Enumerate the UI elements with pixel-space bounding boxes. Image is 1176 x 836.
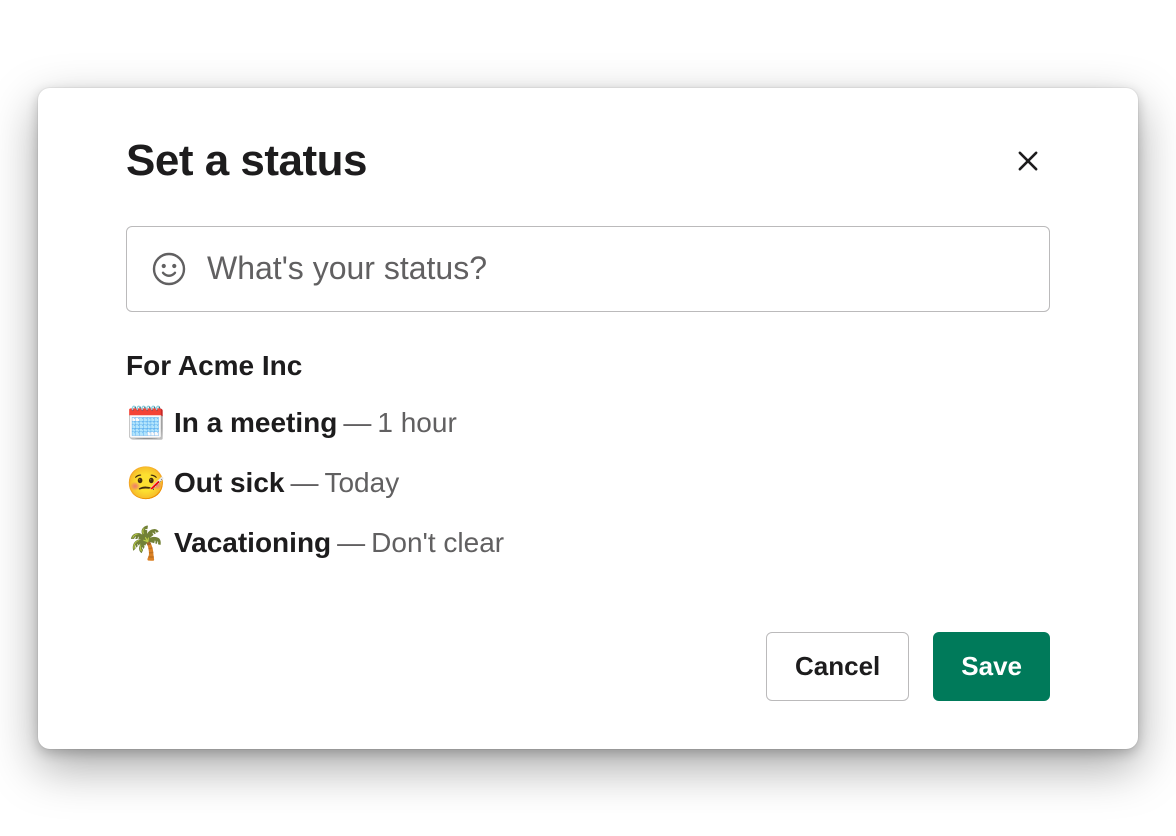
preset-in-a-meeting[interactable]: 🗓️ In a meeting — 1 hour <box>126 404 1050 442</box>
modal-title: Set a status <box>126 136 367 186</box>
emoji-picker-button[interactable] <box>151 251 187 287</box>
calendar-icon: 🗓️ <box>126 404 174 442</box>
preset-list: 🗓️ In a meeting — 1 hour 🤒 Out sick — To… <box>126 404 1050 562</box>
preset-label: In a meeting <box>174 407 337 439</box>
preset-duration: 1 hour <box>377 407 456 439</box>
smiley-icon <box>151 251 187 287</box>
preset-separator: — <box>290 467 318 499</box>
preset-duration: Today <box>324 467 399 499</box>
set-status-modal: Set a status For Acme Inc 🗓️ In a meetin… <box>38 88 1138 749</box>
close-icon <box>1014 147 1042 175</box>
status-input[interactable] <box>207 250 1025 287</box>
workspace-section-label: For Acme Inc <box>126 350 1050 382</box>
preset-label: Vacationing <box>174 527 331 559</box>
modal-footer: Cancel Save <box>126 632 1050 701</box>
preset-separator: — <box>337 527 365 559</box>
modal-header: Set a status <box>126 136 1050 186</box>
palm-tree-icon: 🌴 <box>126 524 174 562</box>
preset-out-sick[interactable]: 🤒 Out sick — Today <box>126 464 1050 502</box>
save-button[interactable]: Save <box>933 632 1050 701</box>
preset-duration: Don't clear <box>371 527 504 559</box>
preset-separator: — <box>343 407 371 439</box>
cancel-button[interactable]: Cancel <box>766 632 909 701</box>
preset-vacationing[interactable]: 🌴 Vacationing — Don't clear <box>126 524 1050 562</box>
close-button[interactable] <box>1006 139 1050 183</box>
sick-face-icon: 🤒 <box>126 464 174 502</box>
preset-label: Out sick <box>174 467 284 499</box>
status-input-wrapper[interactable] <box>126 226 1050 312</box>
